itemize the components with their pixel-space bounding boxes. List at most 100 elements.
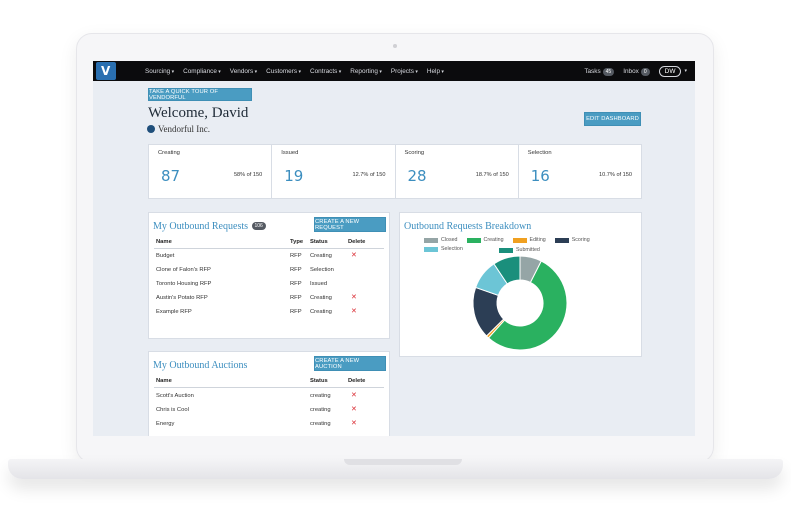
col-type: Type <box>290 239 304 245</box>
row-name[interactable]: Scott's Auction <box>156 393 194 399</box>
outbound-requests-panel: My Outbound Requests 106 CREATE A NEW RE… <box>148 212 390 339</box>
nav-vendors[interactable]: Vendors <box>230 68 257 75</box>
nav-contracts[interactable]: Contracts <box>310 68 341 75</box>
stats-row: Creating 87 58% of 150 Issued 19 12.7% o… <box>148 144 642 199</box>
delete-icon[interactable]: ✕ <box>351 307 357 315</box>
row-type: RFP <box>290 281 302 287</box>
delete-icon[interactable]: ✕ <box>351 405 357 413</box>
row-type: RFP <box>290 253 302 259</box>
row-name[interactable]: Austin's Potato RFP <box>156 295 208 301</box>
nav-sourcing[interactable]: Sourcing <box>145 68 174 75</box>
edit-dashboard-button[interactable]: EDIT DASHBOARD <box>584 112 641 126</box>
row-type: RFP <box>290 309 302 315</box>
row-name[interactable]: Chris is Cool <box>156 407 189 413</box>
col-name: Name <box>156 378 172 384</box>
outbound-auctions-panel: My Outbound Auctions CREATE A NEW AUCTIO… <box>148 351 390 436</box>
create-auction-button[interactable]: CREATE A NEW AUCTION <box>314 356 386 371</box>
stat-value: 16 <box>530 167 550 185</box>
stat-label: Issued <box>281 150 299 156</box>
auctions-table-header: Name Status Delete <box>154 376 384 388</box>
table-row[interactable]: Example RFP RFP Creating ✕ <box>154 306 384 320</box>
table-row[interactable]: Budget RFP Creating ✕ <box>154 250 384 264</box>
row-status: creating <box>310 421 331 427</box>
requests-table-header: Name Type Status Delete <box>154 237 384 249</box>
stat-selection[interactable]: Selection 16 10.7% of 150 <box>519 145 641 198</box>
delete-icon[interactable]: ✕ <box>351 293 357 301</box>
stat-label: Selection <box>527 150 552 156</box>
nav-compliance[interactable]: Compliance <box>183 68 221 75</box>
nav-projects[interactable]: Projects <box>391 68 418 75</box>
stat-value: 19 <box>284 167 304 185</box>
stat-label: Scoring <box>404 150 425 156</box>
stat-fraction: 12.7% of 150 <box>352 172 386 178</box>
inbox-label: Inbox <box>623 67 639 75</box>
tasks-label: Tasks <box>584 67 601 75</box>
welcome-heading: Welcome, David <box>148 105 249 121</box>
stat-value: 87 <box>161 167 181 185</box>
row-name[interactable]: Energy <box>156 421 174 427</box>
delete-icon[interactable]: ✕ <box>351 419 357 427</box>
row-status: Issued <box>310 281 328 287</box>
row-type: RFP <box>290 267 302 273</box>
table-row[interactable]: Chris is Cool creating ✕ <box>154 404 384 418</box>
stat-fraction: 58% of 150 <box>233 172 263 178</box>
table-row[interactable]: Scott's Auction creating ✕ <box>154 390 384 404</box>
row-status: creating <box>310 393 331 399</box>
company-logo-icon <box>147 125 155 133</box>
camera-dot <box>393 44 397 48</box>
stat-fraction: 10.7% of 150 <box>599 172 632 178</box>
auctions-title: My Outbound Auctions <box>153 360 248 371</box>
row-status: Creating <box>310 253 332 259</box>
row-name[interactable]: Toronto Housing RFP <box>156 281 211 287</box>
inbox-link[interactable]: Inbox 0 <box>623 67 650 76</box>
table-row[interactable]: Clone of Falon's RFP RFP Selection <box>154 264 384 278</box>
delete-icon[interactable]: ✕ <box>351 251 357 259</box>
base-notch <box>344 459 462 465</box>
tasks-link[interactable]: Tasks 45 <box>584 67 615 76</box>
delete-icon[interactable]: ✕ <box>351 391 357 399</box>
row-type: RFP <box>290 295 302 301</box>
row-name[interactable]: Clone of Falon's RFP <box>156 267 211 273</box>
top-navbar: V Sourcing Compliance Vendors Customers … <box>93 61 695 81</box>
col-delete: Delete <box>348 378 366 384</box>
table-row[interactable]: Austin's Potato RFP RFP Creating ✕ <box>154 292 384 306</box>
quick-tour-button[interactable]: TAKE A QUICK TOUR OF VENDORFUL <box>148 88 252 101</box>
company-label: Vendorful Inc. <box>158 124 210 134</box>
nav-customers[interactable]: Customers <box>266 68 301 75</box>
create-request-button[interactable]: CREATE A NEW REQUEST <box>314 217 386 232</box>
vendorful-logo[interactable]: V <box>96 62 116 80</box>
col-status: Status <box>310 239 328 245</box>
stat-fraction: 18.7% of 150 <box>475 172 509 178</box>
donut-chart <box>472 255 568 351</box>
app-screen: V Sourcing Compliance Vendors Customers … <box>93 61 695 436</box>
user-menu-button[interactable]: DW <box>658 65 682 77</box>
requests-breakdown-panel: Outbound Requests Breakdown Closed Creat… <box>399 212 642 357</box>
main-menu: Sourcing Compliance Vendors Customers Co… <box>145 61 444 81</box>
col-status: Status <box>310 378 328 384</box>
stat-scoring[interactable]: Scoring 28 18.7% of 150 <box>396 145 519 198</box>
stat-creating[interactable]: Creating 87 58% of 150 <box>149 145 273 198</box>
stat-issued[interactable]: Issued 19 12.7% of 150 <box>272 145 396 198</box>
chevron-down-icon[interactable]: ▾ <box>684 68 687 74</box>
row-status: Creating <box>310 295 332 301</box>
nav-right: Tasks 45 Inbox 0 DW ▾ <box>584 61 687 81</box>
laptop-base <box>8 459 783 479</box>
requests-title-text: My Outbound Requests <box>153 221 248 232</box>
company-name: Vendorful Inc. <box>147 124 210 134</box>
nav-reporting[interactable]: Reporting <box>350 68 382 75</box>
table-row[interactable]: Energy creating ✕ <box>154 418 384 432</box>
row-status: Creating <box>310 309 332 315</box>
row-name[interactable]: Budget <box>156 253 174 259</box>
stat-value: 28 <box>407 167 427 185</box>
stat-label: Creating <box>158 150 180 156</box>
nav-help[interactable]: Help <box>427 68 444 75</box>
row-status: Selection <box>310 267 334 273</box>
table-row[interactable]: Toronto Housing RFP RFP Issued <box>154 278 384 292</box>
inbox-count-badge: 0 <box>640 67 650 76</box>
col-delete: Delete <box>348 239 366 245</box>
col-name: Name <box>156 239 172 245</box>
row-status: creating <box>310 407 331 413</box>
row-name[interactable]: Example RFP <box>156 309 192 315</box>
requests-count-badge: 106 <box>251 222 266 230</box>
tasks-count-badge: 45 <box>602 67 615 76</box>
